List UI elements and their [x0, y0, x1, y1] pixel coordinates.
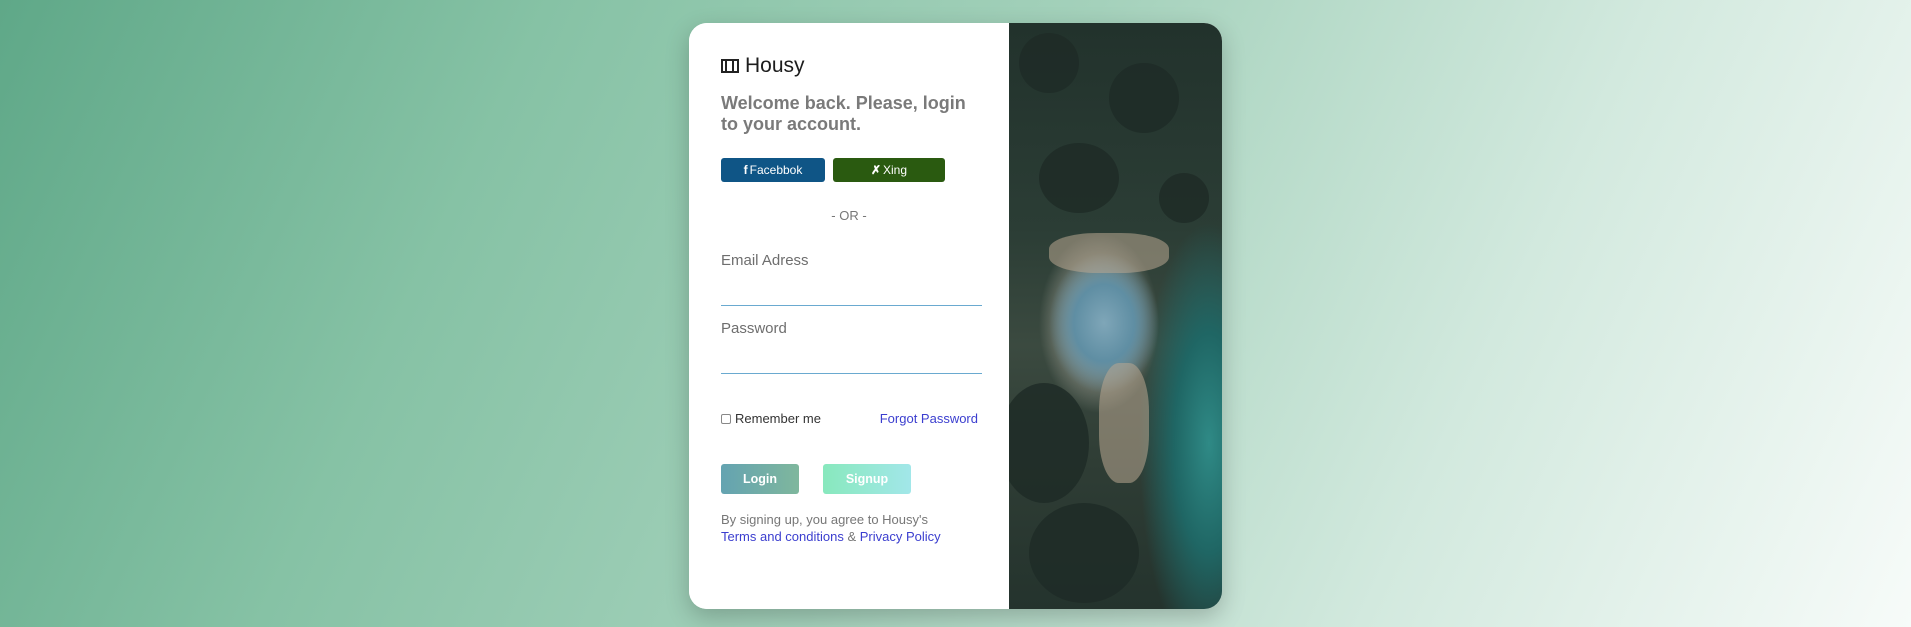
xing-button[interactable]: ✗ Xing: [833, 158, 945, 182]
login-card: Housy Welcome back. Please, login to you…: [689, 23, 1222, 609]
image-forest-patch: [1039, 143, 1119, 213]
image-forest-patch: [1029, 503, 1139, 603]
brand-name: Housy: [745, 54, 805, 77]
brand: Housy: [721, 54, 977, 77]
xing-icon: ✗: [870, 163, 882, 177]
image-shore: [1099, 363, 1149, 483]
forgot-password-link[interactable]: Forgot Password: [880, 411, 978, 426]
facebook-button[interactable]: f Facebbok: [721, 158, 825, 182]
terms-notice: By signing up, you agree to Housy's Term…: [721, 511, 983, 545]
password-group: Password: [721, 320, 982, 374]
or-divider: - OR -: [831, 208, 867, 223]
facebook-icon: f: [743, 163, 748, 177]
social-login: f Facebbok ✗ Xing: [721, 158, 977, 182]
image-forest-patch: [1159, 173, 1209, 223]
xing-label: Xing: [883, 163, 908, 177]
privacy-link[interactable]: Privacy Policy: [860, 529, 941, 544]
email-group: Email Adress: [721, 252, 982, 306]
image-forest-patch: [1109, 63, 1179, 133]
terms-prefix: By signing up, you agree to Housy's: [721, 512, 928, 527]
signup-button[interactable]: Signup: [823, 464, 911, 494]
email-label: Email Adress: [721, 252, 809, 269]
remember-checkbox[interactable]: [721, 413, 731, 424]
terms-and: &: [847, 529, 857, 544]
remember-me[interactable]: Remember me: [721, 411, 821, 426]
login-options: Remember me Forgot Password: [721, 411, 978, 426]
login-panel: Housy Welcome back. Please, login to you…: [689, 23, 1009, 609]
email-field[interactable]: [721, 277, 982, 306]
password-field[interactable]: [721, 345, 982, 374]
aerial-lake-image: [1009, 23, 1222, 609]
remember-label: Remember me: [735, 411, 821, 426]
image-shore: [1049, 233, 1169, 273]
film-icon: [721, 59, 739, 73]
facebook-label: Facebbok: [749, 163, 803, 177]
login-button[interactable]: Login: [721, 464, 799, 494]
password-label: Password: [721, 320, 787, 337]
image-forest-patch: [1019, 33, 1079, 93]
welcome-heading: Welcome back. Please, login to your acco…: [721, 93, 966, 134]
form-actions: Login Signup: [721, 464, 977, 494]
terms-link[interactable]: Terms and conditions: [721, 529, 844, 544]
image-forest-patch: [1009, 383, 1089, 503]
